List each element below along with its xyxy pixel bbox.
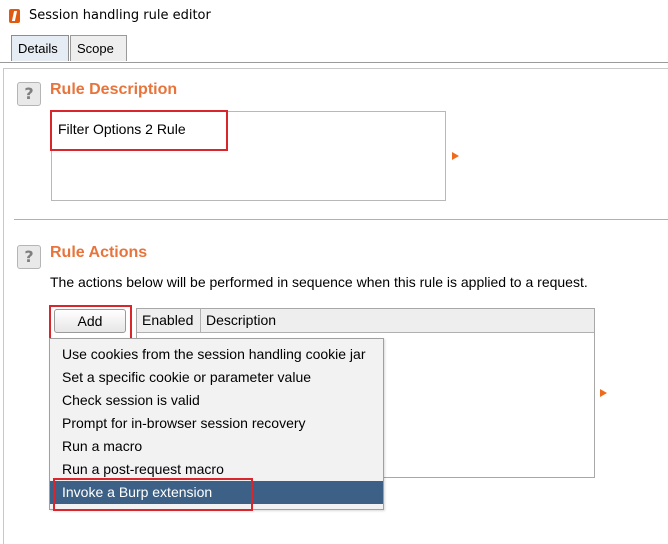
window-title: Session handling rule editor xyxy=(29,8,211,23)
menu-item-use-cookies[interactable]: Use cookies from the session handling co… xyxy=(50,343,383,366)
actions-table-header: Enabled Description xyxy=(137,309,594,333)
tab-scope[interactable]: Scope xyxy=(70,35,127,61)
column-enabled[interactable]: Enabled xyxy=(137,309,201,332)
tab-details[interactable]: Details xyxy=(11,35,69,61)
highlight-invoke-extension xyxy=(53,478,253,511)
rule-description-heading: Rule Description xyxy=(50,81,178,98)
highlight-rule-description xyxy=(50,110,228,151)
help-icon[interactable]: ? xyxy=(17,245,41,269)
highlight-add-button xyxy=(49,305,132,340)
menu-item-run-macro[interactable]: Run a macro xyxy=(50,435,383,458)
help-icon[interactable]: ? xyxy=(17,82,41,106)
section-divider xyxy=(14,219,668,220)
menu-item-check-session[interactable]: Check session is valid xyxy=(50,389,383,412)
menu-item-set-cookie[interactable]: Set a specific cookie or parameter value xyxy=(50,366,383,389)
title-bar: Session handling rule editor xyxy=(0,0,668,32)
rule-actions-heading: Rule Actions xyxy=(50,244,148,261)
column-description[interactable]: Description xyxy=(201,309,594,332)
menu-item-prompt-recovery[interactable]: Prompt for in-browser session recovery xyxy=(50,412,383,435)
burp-app-icon xyxy=(9,9,20,23)
expand-arrow-icon[interactable] xyxy=(600,389,607,397)
rule-actions-description: The actions below will be performed in s… xyxy=(50,274,588,290)
expand-arrow-icon[interactable] xyxy=(452,152,459,160)
